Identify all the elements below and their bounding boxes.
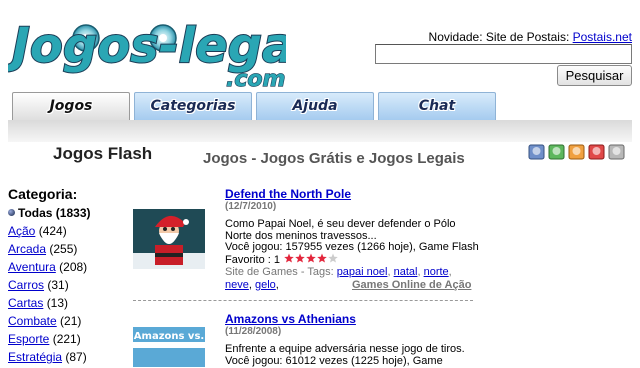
category-count: (221): [52, 332, 81, 346]
category-count: (13): [46, 296, 69, 310]
star-filled-icon[interactable]: [295, 253, 305, 263]
game-played-text: Você jogou: 157955 vezes (1266 hoje), Ga…: [225, 241, 479, 266]
rating-stars[interactable]: [283, 253, 339, 264]
logo-suffix: .com: [226, 67, 285, 90]
tab-categorias[interactable]: Categorias: [134, 92, 252, 120]
category-count: (424): [38, 224, 67, 238]
category-item-aventura: Aventura (208): [8, 260, 90, 278]
category-link[interactable]: Cartas: [8, 296, 43, 310]
category-item-esporte: Esporte (221): [8, 332, 90, 350]
tag-link[interactable]: gelo: [255, 279, 276, 291]
game-tags-continued: neve, gelo,: [225, 279, 279, 291]
tag-link[interactable]: norte: [424, 266, 449, 278]
game-tags: Site de Games - Tags: papai noel, natal,…: [225, 266, 452, 278]
game-date: (11/28/2008): [225, 326, 282, 337]
category-count: (255): [49, 242, 78, 256]
category-count: (87): [65, 350, 87, 364]
category-link[interactable]: Carros: [8, 278, 44, 292]
thumb-text: Amazons vs.: [134, 331, 204, 342]
category-link[interactable]: Combate: [8, 314, 57, 328]
game-description: Como Papai Noel, é seu dever defender o …: [225, 218, 456, 242]
category-link[interactable]: Aventura: [8, 260, 56, 274]
game-played-stats: Você jogou: 157955 vezes (1266 hoje), Ga…: [225, 241, 480, 266]
game-description: Enfrente a equipe adversária nesse jogo …: [225, 343, 465, 355]
page-subtitle: Jogos - Jogos Grátis e Jogos Legais: [203, 150, 465, 167]
tag-link[interactable]: papai noel: [337, 266, 388, 278]
search-button[interactable]: Pesquisar: [557, 65, 632, 86]
site-logo[interactable]: Jogos-legais .com: [8, 14, 286, 90]
postais-link[interactable]: Postais.net: [573, 30, 632, 44]
category-count: (208): [59, 260, 88, 274]
star-filled-icon[interactable]: [284, 253, 294, 263]
share-orange-icon[interactable]: [568, 144, 585, 160]
category-count: (31): [47, 278, 69, 292]
category-link[interactable]: Esporte: [8, 332, 49, 346]
category-item-estrategia: Estratégia (87): [8, 350, 90, 368]
game-date: (12/7/2010): [225, 201, 277, 212]
game-title-link[interactable]: Amazons vs Athenians: [225, 312, 356, 326]
category-online-link[interactable]: Games Online de Ação: [352, 279, 471, 291]
share-icons: [528, 144, 625, 160]
game-thumbnail[interactable]: [133, 209, 205, 269]
star-filled-icon[interactable]: [317, 253, 327, 263]
category-link[interactable]: Arcada: [8, 242, 46, 256]
logo-text: Jogos-legais: [8, 18, 286, 74]
category-list: Todas (1833) Ação (424) Arcada (255) Ave…: [8, 206, 90, 368]
news-notice: Novidade: Site de Postais: Postais.net: [429, 30, 632, 44]
tags-prefix: Site de Games - Tags:: [225, 266, 334, 278]
tab-bar: [8, 120, 632, 142]
page-title: Jogos Flash: [53, 144, 153, 163]
divider: [133, 300, 473, 301]
category-label: Todas: [18, 206, 53, 220]
tab-chat[interactable]: Chat: [378, 92, 496, 120]
tag-link[interactable]: natal: [394, 266, 418, 278]
game-thumbnail[interactable]: Amazons vs.: [133, 327, 205, 367]
game-played-stats: Você jogou: 61012 vezes (1225 hoje), Gam…: [225, 355, 443, 367]
search-input[interactable]: [375, 44, 632, 64]
category-count: (21): [60, 314, 82, 328]
category-item-arcada: Arcada (255): [8, 242, 90, 260]
category-item-acao: Ação (424): [8, 224, 90, 242]
category-item-combate: Combate (21): [8, 314, 90, 332]
tab-ajuda[interactable]: Ajuda: [256, 92, 374, 120]
category-link[interactable]: Ação: [8, 224, 35, 238]
tab-jogos[interactable]: Jogos: [12, 92, 130, 122]
share-blue-icon[interactable]: [528, 144, 545, 160]
share-red-icon[interactable]: [588, 144, 605, 160]
category-link[interactable]: Estratégia: [8, 350, 62, 364]
share-gray-icon[interactable]: [608, 144, 625, 160]
category-item-todas[interactable]: Todas (1833): [8, 206, 90, 224]
news-label: Novidade: Site de Postais:: [428, 30, 570, 44]
category-title: Categoria:: [8, 186, 78, 202]
category-count: (1833): [55, 206, 91, 220]
share-green-icon[interactable]: [548, 144, 565, 160]
game-title-link[interactable]: Defend the North Pole: [225, 187, 351, 201]
category-item-cartas: Cartas (13): [8, 296, 90, 314]
star-empty-icon[interactable]: [328, 253, 338, 263]
category-item-carros: Carros (31): [8, 278, 90, 296]
bullet-icon: [8, 209, 15, 216]
tag-link[interactable]: neve: [225, 279, 249, 291]
star-filled-icon[interactable]: [306, 253, 316, 263]
